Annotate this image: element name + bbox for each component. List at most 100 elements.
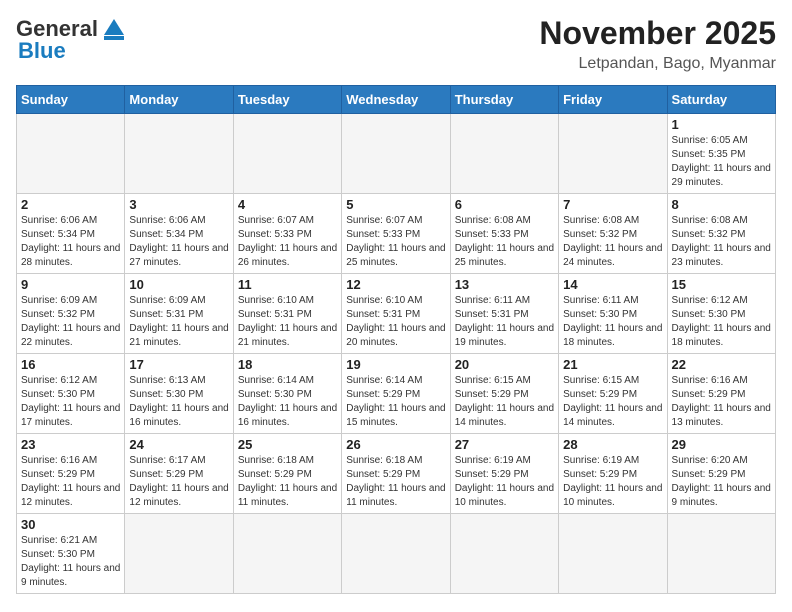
day-number: 9 [21,277,120,292]
calendar-cell: 18 Sunrise: 6:14 AM Sunset: 5:30 PM Dayli… [233,354,341,434]
calendar-header-sunday: Sunday [17,86,125,114]
day-info: Sunrise: 6:13 AM Sunset: 5:30 PM Dayligh… [129,374,228,430]
calendar-cell [450,514,558,594]
calendar-cell: 3Sunrise: 6:06 AM Sunset: 5:34 PM Daylig… [125,194,233,274]
calendar-cell: 11Sunrise: 6:10 AM Sunset: 5:31 PM Dayli… [233,274,341,354]
calendar-cell: 21Sunrise: 6:15 AM Sunset: 5:29 PM Dayli… [559,354,667,434]
day-number: 12 [346,277,445,292]
page-subtitle: Letpandan, Bago, Myanmar [539,55,776,73]
calendar-cell: 2 Sunrise: 6:06 AM Sunset: 5:34 PM Daylig… [17,194,125,274]
calendar-header-tuesday: Tuesday [233,86,341,114]
calendar-week-row: 16Sunrise: 6:12 AM Sunset: 5:30 PM Dayli… [17,354,776,434]
calendar-week-row: 23Sunrise: 6:16 AM Sunset: 5:29 PM Dayli… [17,434,776,514]
day-number: 26 [346,437,445,452]
day-info: Sunrise: 6:11 AM Sunset: 5:30 PM Dayligh… [563,294,662,350]
logo: General Blue [16,16,124,64]
day-info: Sunrise: 6:16 AM Sunset: 5:29 PM Dayligh… [672,374,771,430]
day-number: 28 [563,437,662,452]
calendar-cell [233,114,341,194]
day-number: 25 [238,437,337,452]
calendar-cell: 20 Sunrise: 6:15 AM Sunset: 5:29 PM Dayli… [450,354,558,434]
day-number: 27 [455,437,554,452]
day-number: 19 [346,357,445,372]
calendar-cell: 13Sunrise: 6:11 AM Sunset: 5:31 PM Dayli… [450,274,558,354]
calendar-header-row: SundayMondayTuesdayWednesdayThursdayFrid… [17,86,776,114]
calendar-cell: 4 Sunrise: 6:07 AM Sunset: 5:33 PM Daylig… [233,194,341,274]
day-info: Sunrise: 6:09 AM Sunset: 5:32 PM Dayligh… [21,294,120,350]
day-info: Sunrise: 6:07 AM Sunset: 5:33 PM Dayligh… [346,214,445,270]
day-info: Sunrise: 6:20 AM Sunset: 5:29 PM Dayligh… [672,454,771,510]
calendar-cell: 8 Sunrise: 6:08 AM Sunset: 5:32 PM Daylig… [667,194,775,274]
day-info: Sunrise: 6:07 AM Sunset: 5:33 PM Dayligh… [238,214,337,270]
calendar-cell: 23Sunrise: 6:16 AM Sunset: 5:29 PM Dayli… [17,434,125,514]
calendar-cell: 9 Sunrise: 6:09 AM Sunset: 5:32 PM Daylig… [17,274,125,354]
day-number: 23 [21,437,120,452]
calendar-header-saturday: Saturday [667,86,775,114]
day-number: 11 [238,277,337,292]
calendar-week-row: 2 Sunrise: 6:06 AM Sunset: 5:34 PM Daylig… [17,194,776,274]
day-number: 21 [563,357,662,372]
day-info: Sunrise: 6:12 AM Sunset: 5:30 PM Dayligh… [672,294,771,350]
day-info: Sunrise: 6:10 AM Sunset: 5:31 PM Dayligh… [346,294,445,350]
calendar-header-monday: Monday [125,86,233,114]
calendar-cell: 25 Sunrise: 6:18 AM Sunset: 5:29 PM Dayli… [233,434,341,514]
day-number: 18 [238,357,337,372]
day-number: 2 [21,197,120,212]
day-number: 17 [129,357,228,372]
calendar-cell [342,514,450,594]
calendar-cell: 30Sunrise: 6:21 AM Sunset: 5:30 PM Dayli… [17,514,125,594]
day-info: Sunrise: 6:15 AM Sunset: 5:29 PM Dayligh… [455,374,554,430]
calendar-cell: 17 Sunrise: 6:13 AM Sunset: 5:30 PM Dayli… [125,354,233,434]
calendar-cell: 16Sunrise: 6:12 AM Sunset: 5:30 PM Dayli… [17,354,125,434]
day-number: 6 [455,197,554,212]
day-info: Sunrise: 6:18 AM Sunset: 5:29 PM Dayligh… [238,454,337,510]
calendar-cell: 28 Sunrise: 6:19 AM Sunset: 5:29 PM Dayli… [559,434,667,514]
day-info: Sunrise: 6:05 AM Sunset: 5:35 PM Dayligh… [672,134,771,190]
calendar-cell: 14 Sunrise: 6:11 AM Sunset: 5:30 PM Dayli… [559,274,667,354]
day-number: 8 [672,197,771,212]
calendar-cell [559,514,667,594]
calendar-cell [17,114,125,194]
calendar-cell: 22 Sunrise: 6:16 AM Sunset: 5:29 PM Dayli… [667,354,775,434]
calendar-cell: 6 Sunrise: 6:08 AM Sunset: 5:33 PM Daylig… [450,194,558,274]
calendar-cell: 7 Sunrise: 6:08 AM Sunset: 5:32 PM Daylig… [559,194,667,274]
calendar-cell: 26 Sunrise: 6:18 AM Sunset: 5:29 PM Dayli… [342,434,450,514]
calendar-cell: 10Sunrise: 6:09 AM Sunset: 5:31 PM Dayli… [125,274,233,354]
day-number: 22 [672,357,771,372]
calendar-cell [342,114,450,194]
calendar-cell: 12 Sunrise: 6:10 AM Sunset: 5:31 PM Dayli… [342,274,450,354]
day-info: Sunrise: 6:08 AM Sunset: 5:32 PM Dayligh… [563,214,662,270]
calendar-header-thursday: Thursday [450,86,558,114]
day-number: 24 [129,437,228,452]
calendar-cell: 19 Sunrise: 6:14 AM Sunset: 5:29 PM Dayli… [342,354,450,434]
day-number: 14 [563,277,662,292]
day-info: Sunrise: 6:14 AM Sunset: 5:30 PM Dayligh… [238,374,337,430]
day-info: Sunrise: 6:06 AM Sunset: 5:34 PM Dayligh… [21,214,120,270]
calendar-cell [125,514,233,594]
day-number: 5 [346,197,445,212]
day-number: 20 [455,357,554,372]
title-section: November 2025 Letpandan, Bago, Myanmar [539,16,776,73]
day-number: 29 [672,437,771,452]
day-number: 7 [563,197,662,212]
calendar-cell [450,114,558,194]
calendar-cell: 1Sunrise: 6:05 AM Sunset: 5:35 PM Daylig… [667,114,775,194]
day-info: Sunrise: 6:17 AM Sunset: 5:29 PM Dayligh… [129,454,228,510]
logo-blue-text: Blue [18,38,66,64]
day-info: Sunrise: 6:08 AM Sunset: 5:32 PM Dayligh… [672,214,771,270]
calendar-table: SundayMondayTuesdayWednesdayThursdayFrid… [16,85,776,594]
day-info: Sunrise: 6:19 AM Sunset: 5:29 PM Dayligh… [563,454,662,510]
day-info: Sunrise: 6:14 AM Sunset: 5:29 PM Dayligh… [346,374,445,430]
calendar-week-row: 30Sunrise: 6:21 AM Sunset: 5:30 PM Dayli… [17,514,776,594]
day-number: 4 [238,197,337,212]
day-info: Sunrise: 6:09 AM Sunset: 5:31 PM Dayligh… [129,294,228,350]
day-info: Sunrise: 6:18 AM Sunset: 5:29 PM Dayligh… [346,454,445,510]
calendar-cell [233,514,341,594]
day-info: Sunrise: 6:21 AM Sunset: 5:30 PM Dayligh… [21,534,120,590]
calendar-cell: 15 Sunrise: 6:12 AM Sunset: 5:30 PM Dayli… [667,274,775,354]
calendar-cell: 27Sunrise: 6:19 AM Sunset: 5:29 PM Dayli… [450,434,558,514]
day-number: 15 [672,277,771,292]
day-number: 16 [21,357,120,372]
day-info: Sunrise: 6:08 AM Sunset: 5:33 PM Dayligh… [455,214,554,270]
calendar-header-friday: Friday [559,86,667,114]
